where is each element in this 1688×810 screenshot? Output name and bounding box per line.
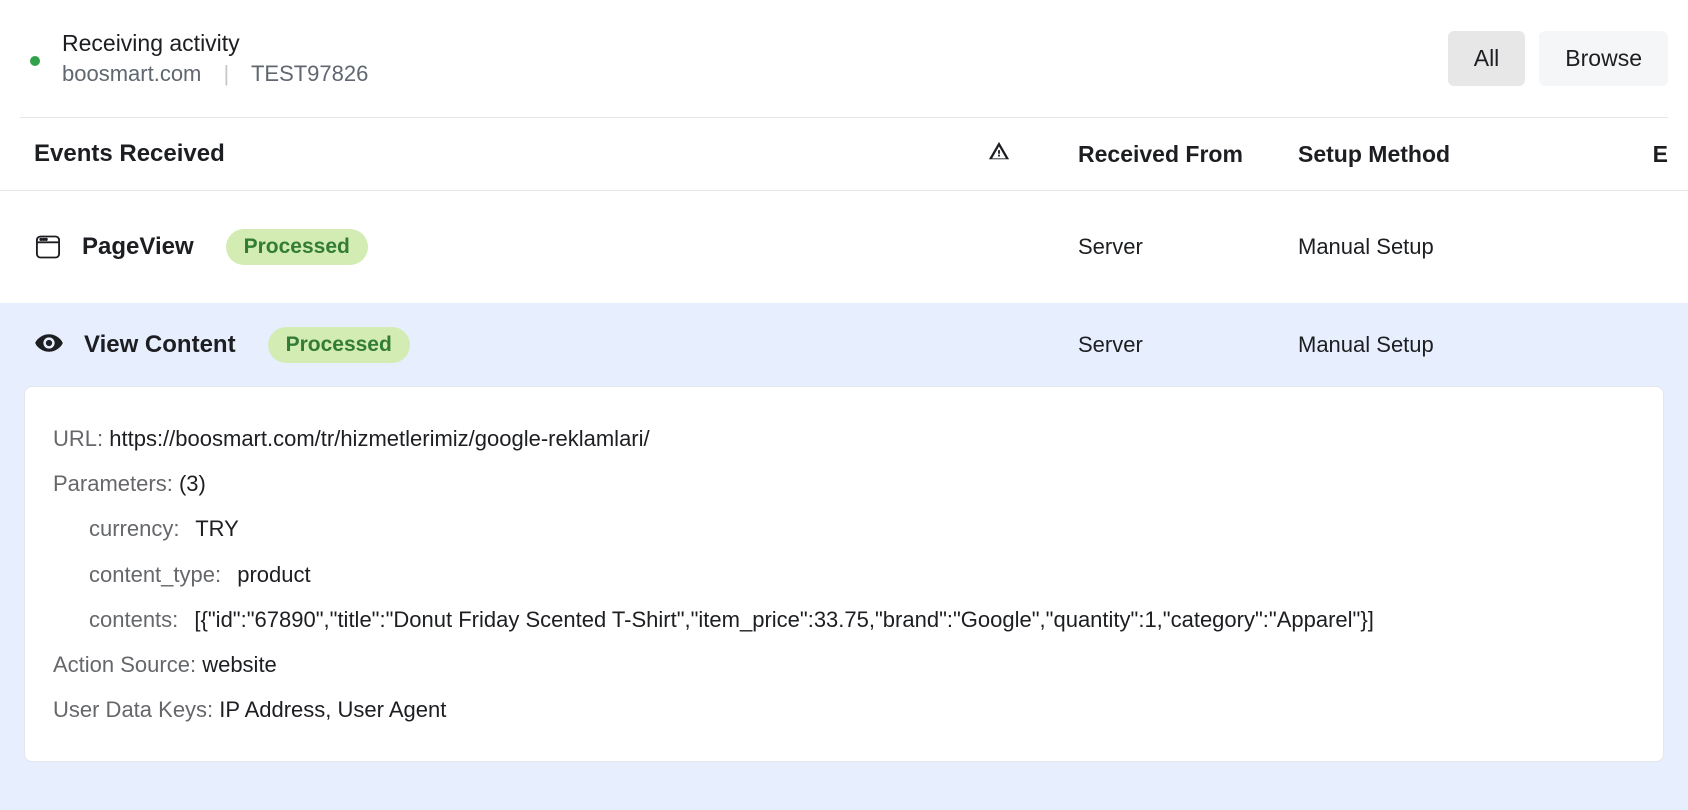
url-label: URL: <box>53 426 103 451</box>
event-details-panel: URL: https://boosmart.com/tr/hizmetlerim… <box>24 386 1664 762</box>
content-type-label: content_type: <box>89 562 221 587</box>
eye-icon <box>34 328 64 363</box>
status-badge: Processed <box>268 327 410 363</box>
user-data-value: IP Address, User Agent <box>219 697 446 722</box>
col-header-e: E <box>1628 141 1668 168</box>
action-source-value: website <box>202 652 277 677</box>
detail-parameters: Parameters: (3) <box>53 466 1635 501</box>
content-type-value: product <box>237 562 310 587</box>
params-count: (3) <box>179 471 206 496</box>
setup-method-cell: Manual Setup <box>1298 234 1628 260</box>
param-contents: contents: [{"id":"67890","title":"Donut … <box>89 602 1635 637</box>
user-data-label: User Data Keys: <box>53 697 213 722</box>
currency-value: TRY <box>195 516 239 541</box>
received-from-cell: Server <box>1078 332 1298 358</box>
tab-all[interactable]: All <box>1448 31 1526 86</box>
setup-method-cell: Manual Setup <box>1298 332 1628 358</box>
pixel-id-text: TEST97826 <box>251 61 368 86</box>
status-title: Receiving activity <box>62 30 368 57</box>
status-badge: Processed <box>226 229 368 265</box>
contents-value: [{"id":"67890","title":"Donut Friday Sce… <box>194 607 1373 632</box>
action-source-label: Action Source: <box>53 652 196 677</box>
event-name: PageView <box>82 233 194 261</box>
domain-text: boosmart.com <box>62 61 201 86</box>
separator: | <box>224 61 230 86</box>
col-header-setup: Setup Method <box>1298 141 1628 168</box>
status-dot-icon <box>30 56 40 66</box>
status-block: Receiving activity boosmart.com | TEST97… <box>30 30 368 87</box>
event-name: View Content <box>84 331 236 359</box>
param-content-type: content_type: product <box>89 557 1635 592</box>
col-header-warning-icon <box>988 140 1078 168</box>
header: Receiving activity boosmart.com | TEST97… <box>0 0 1688 117</box>
url-value: https://boosmart.com/tr/hizmetlerimiz/go… <box>109 426 649 451</box>
event-row-viewcontent[interactable]: View Content Processed Server Manual Set… <box>0 303 1688 387</box>
browser-window-icon <box>34 233 62 261</box>
status-subtitle: boosmart.com | TEST97826 <box>62 61 368 87</box>
param-currency: currency: TRY <box>89 511 1635 546</box>
tab-group: All Browse <box>1448 31 1668 86</box>
received-from-cell: Server <box>1078 234 1298 260</box>
tab-browse[interactable]: Browse <box>1539 31 1668 86</box>
col-header-events: Events Received <box>34 140 988 168</box>
column-headers: Events Received Received From Setup Meth… <box>0 118 1688 191</box>
contents-label: contents: <box>89 607 178 632</box>
params-label: Parameters: <box>53 471 173 496</box>
detail-user-data: User Data Keys: IP Address, User Agent <box>53 692 1635 727</box>
detail-action-source: Action Source: website <box>53 647 1635 682</box>
detail-url: URL: https://boosmart.com/tr/hizmetlerim… <box>53 421 1635 456</box>
currency-label: currency: <box>89 516 179 541</box>
event-row-pageview[interactable]: PageView Processed Server Manual Setup <box>0 191 1688 303</box>
col-header-from: Received From <box>1078 141 1298 168</box>
